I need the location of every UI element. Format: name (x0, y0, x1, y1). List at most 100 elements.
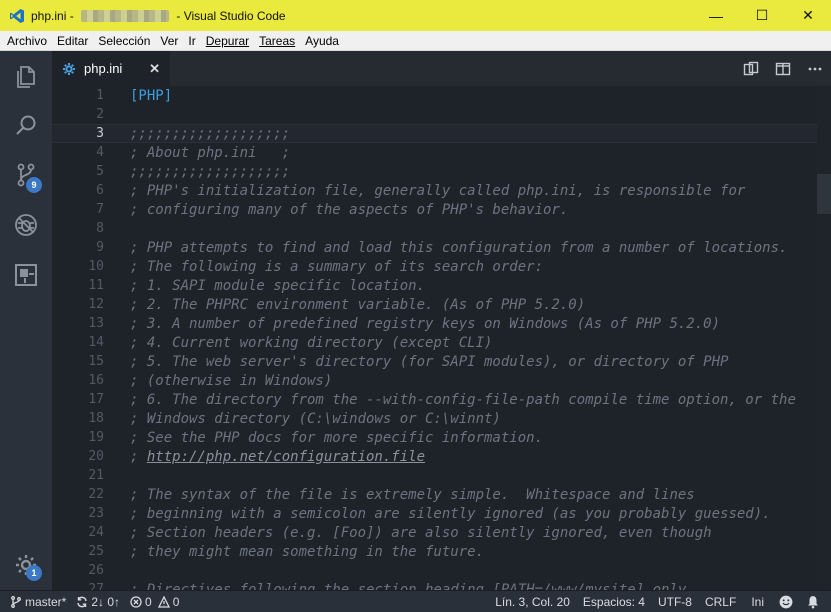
code-line[interactable]: 17 ; 6. The directory from the --with-con… (52, 390, 831, 409)
feedback-button[interactable] (774, 591, 801, 612)
status-language[interactable]: Ini (746, 591, 774, 612)
tab-php-ini[interactable]: php.ini ✕ (52, 51, 170, 86)
line-text-content: ; beginning with a semicolon are silentl… (130, 505, 771, 522)
code-line[interactable]: 21 (52, 466, 831, 485)
activity-extensions[interactable] (0, 251, 52, 299)
code-line[interactable]: 16 ; (otherwise in Windows) (52, 371, 831, 390)
activity-source-control[interactable]: 9 (0, 151, 52, 199)
status-encoding[interactable]: UTF-8 (653, 591, 700, 612)
maximize-icon: ☐ (755, 7, 769, 23)
bell-icon (808, 596, 818, 609)
scrollbar-thumb[interactable] (817, 174, 831, 214)
line-number: 19 (88, 430, 104, 445)
code-line[interactable]: 4 ; About php.ini ; (52, 143, 831, 162)
line-number: 26 (88, 563, 104, 578)
code-line[interactable]: 11 ; 1. SAPI module specific location. (52, 276, 831, 295)
search-icon (16, 115, 36, 135)
menu-archivo[interactable]: Archivo (2, 31, 52, 51)
code-line[interactable]: 27 ; Directives following the section hea… (52, 580, 831, 591)
code-line[interactable]: 10 ; The following is a summary of its se… (52, 257, 831, 276)
code-line[interactable]: 12 ; 2. The PHPRC environment variable. (… (52, 295, 831, 314)
menu-tareas[interactable]: Tareas (254, 31, 300, 51)
line-text-content: [PHP] (130, 87, 173, 104)
line-number: 10 (88, 259, 104, 274)
code-line[interactable]: 13 ; 3. A number of predefined registry k… (52, 314, 831, 333)
line-text: ; Windows directory (C:\windows or C:\wi… (130, 411, 501, 427)
notifications-button[interactable] (801, 591, 831, 612)
menu-ver[interactable]: Ver (155, 31, 183, 51)
activity-search[interactable] (0, 102, 52, 150)
line-text-content: ; configuring many of the aspects of PHP… (130, 201, 569, 218)
menu-seleccion[interactable]: Selección (93, 31, 155, 51)
more-actions-button[interactable] (799, 51, 831, 86)
window-title: php.ini - - Visual Studio Code (31, 9, 286, 23)
code-line[interactable]: 23 ; beginning with a semicolon are silen… (52, 504, 831, 523)
line-number: 18 (88, 411, 104, 426)
code-line[interactable]: 7 ; configuring many of the aspects of PH… (52, 200, 831, 219)
line-text-content: ; About php.ini ; (130, 144, 291, 161)
line-text: ; 1. SAPI module specific location. (130, 278, 425, 294)
tab-label: php.ini (84, 61, 123, 76)
code-line[interactable]: 8 (52, 219, 831, 238)
line-text: ; The syntax of the file is extremely si… (130, 487, 695, 503)
status-branch[interactable]: master* (0, 591, 71, 612)
code-line[interactable]: 18 ; Windows directory (C:\windows or C:\… (52, 409, 831, 428)
open-changes-button[interactable] (735, 51, 767, 86)
minimize-icon: — (709, 7, 723, 24)
code-line[interactable]: 25 ; they might mean something in the fut… (52, 542, 831, 561)
line-text: ; configuring many of the aspects of PHP… (130, 202, 568, 218)
line-text-content: ; See the PHP docs for more specific inf… (130, 429, 544, 446)
line-number: 15 (88, 354, 104, 369)
maximize-button[interactable]: ☐ (739, 0, 785, 31)
activity-settings[interactable]: 1 (0, 541, 52, 589)
code-line[interactable]: 19 ; See the PHP docs for more specific i… (52, 428, 831, 447)
code-line[interactable]: 3;;;;;;;;;;;;;;;;;;; (52, 124, 831, 143)
code-line[interactable]: 20; http://php.net/configuration.file (52, 447, 831, 466)
line-number: 27 (88, 582, 104, 590)
minimize-button[interactable]: — (693, 0, 739, 31)
menu-ayuda[interactable]: Ayuda (300, 31, 344, 51)
blurred-folder-name (81, 9, 170, 22)
line-number: 23 (88, 506, 104, 521)
split-editor-button[interactable] (767, 51, 799, 86)
line-text: ; PHP's initialization file, generally c… (130, 183, 745, 199)
line-number: 3 (96, 126, 104, 141)
code-line[interactable]: 22 ; The syntax of the file is extremely … (52, 485, 831, 504)
line-number: 9 (96, 240, 104, 255)
code-line[interactable]: 26 (52, 561, 831, 580)
code-line[interactable]: 14 ; 4. Current working directory (except… (52, 333, 831, 352)
activity-explorer[interactable] (0, 53, 52, 101)
status-eol[interactable]: CRLF (700, 591, 746, 612)
line-text-content: ; 3. A number of predefined registry key… (130, 315, 721, 332)
code-link[interactable]: http://php.net/configuration.file (147, 449, 425, 465)
status-indentation[interactable]: Espacios: 4 (578, 591, 653, 612)
status-position[interactable]: Lín. 3, Col. 20 (490, 591, 578, 612)
code-line[interactable]: 5;;;;;;;;;;;;;;;;;;; (52, 162, 831, 181)
code-line[interactable]: 9 ; PHP attempts to find and load this co… (52, 238, 831, 257)
title-app: Visual Studio Code (183, 8, 286, 23)
line-text-content: ; Directives following the section headi… (130, 581, 687, 591)
line-text-content: ; PHP attempts to find and load this con… (130, 239, 788, 256)
menu-ir[interactable]: Ir (183, 31, 200, 51)
line-text-content: ; they might mean something in the futur… (130, 543, 485, 560)
editor-scrollbar[interactable] (817, 86, 831, 590)
status-problems[interactable]: 0 0 (125, 591, 184, 612)
code-editor[interactable]: 1 [PHP] 2 3;;;;;;;;;;;;;;;;;;; 4; About php.… (52, 86, 831, 590)
code-line[interactable]: 1 [PHP] (52, 86, 831, 105)
code-line[interactable]: 2 (52, 105, 831, 124)
tab-bar: php.ini ✕ (52, 51, 831, 86)
menu-depurar-label: Depurar (205, 33, 250, 48)
code-line[interactable]: 15 ; 5. The web server's directory (for S… (52, 352, 831, 371)
line-number: 24 (88, 525, 104, 540)
menu-editar[interactable]: Editar (52, 31, 93, 51)
close-window-button[interactable]: ✕ (785, 0, 831, 31)
line-number: 12 (88, 297, 104, 312)
status-sync[interactable]: 2↓ 0↑ (71, 591, 125, 612)
menu-depurar[interactable]: Depurar (201, 31, 254, 51)
tab-close-icon[interactable]: ✕ (149, 61, 160, 77)
activity-debug[interactable] (0, 201, 52, 249)
close-icon: ✕ (802, 7, 814, 23)
line-number: 7 (96, 202, 104, 217)
code-line[interactable]: 24 ; Section headers (e.g. [Foo]) are als… (52, 523, 831, 542)
code-line[interactable]: 6 ; PHP's initialization file, generally … (52, 181, 831, 200)
